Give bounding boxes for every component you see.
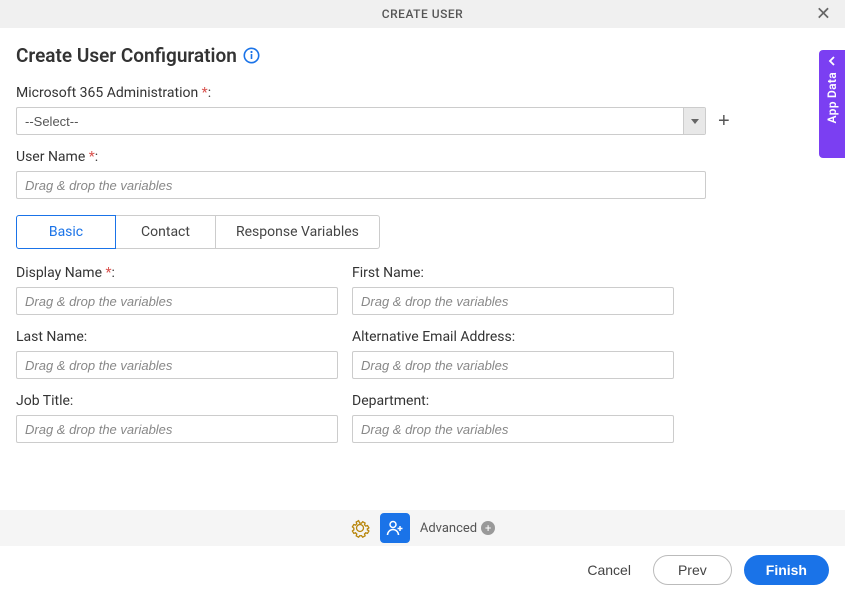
footer: Cancel Prev Finish [0, 546, 845, 594]
app-data-label: App Data [825, 72, 839, 123]
username-input[interactable] [16, 171, 706, 199]
chevron-left-icon [827, 56, 837, 66]
last-name-field: Last Name: [16, 329, 338, 379]
close-icon: ✕ [816, 4, 831, 24]
page-title: Create User Configuration [16, 44, 237, 67]
admin-select[interactable] [16, 107, 706, 135]
admin-field: Microsoft 365 Administration *: + [16, 85, 829, 135]
plus-icon: + [718, 110, 730, 132]
alt-email-input[interactable] [352, 351, 674, 379]
admin-select-input[interactable] [17, 108, 683, 134]
user-plus-icon [385, 518, 405, 538]
admin-label: Microsoft 365 Administration *: [16, 85, 829, 101]
tab-contact[interactable]: Contact [116, 215, 216, 249]
finish-button[interactable]: Finish [744, 555, 829, 585]
display-name-label: Display Name *: [16, 265, 338, 281]
prev-button[interactable]: Prev [653, 555, 732, 585]
app-data-panel-toggle[interactable]: App Data [819, 50, 845, 158]
job-title-input[interactable] [16, 415, 338, 443]
cancel-button[interactable]: Cancel [577, 556, 641, 584]
gear-icon [350, 518, 370, 538]
last-name-input[interactable] [16, 351, 338, 379]
info-icon[interactable] [243, 47, 260, 64]
alt-email-field: Alternative Email Address: [352, 329, 674, 379]
form-grid: Display Name *: First Name: Last Name: A… [16, 265, 829, 443]
tab-basic[interactable]: Basic [16, 215, 116, 249]
first-name-input[interactable] [352, 287, 674, 315]
job-title-label: Job Title: [16, 393, 338, 409]
close-button[interactable]: ✕ [810, 2, 837, 27]
first-name-label: First Name: [352, 265, 674, 281]
tab-bar: Basic Contact Response Variables [16, 215, 829, 249]
admin-select-row: + [16, 107, 829, 135]
advanced-toggle[interactable]: Advanced + [420, 521, 495, 536]
bottom-toolbar: Advanced + [0, 510, 845, 546]
advanced-label: Advanced [420, 521, 477, 536]
add-user-button[interactable] [380, 513, 410, 543]
header-title: CREATE USER [382, 7, 463, 21]
username-label: User Name *: [16, 149, 829, 165]
chevron-down-icon[interactable] [683, 108, 705, 134]
job-title-field: Job Title: [16, 393, 338, 443]
header-bar: CREATE USER ✕ [0, 0, 845, 28]
tab-response-variables[interactable]: Response Variables [216, 215, 380, 249]
alt-email-label: Alternative Email Address: [352, 329, 674, 345]
plus-circle-icon: + [481, 521, 495, 535]
content-area: Create User Configuration Microsoft 365 … [0, 28, 845, 459]
add-admin-button[interactable]: + [714, 110, 734, 133]
page-title-row: Create User Configuration [16, 44, 829, 67]
department-input[interactable] [352, 415, 674, 443]
last-name-label: Last Name: [16, 329, 338, 345]
display-name-field: Display Name *: [16, 265, 338, 315]
username-field: User Name *: [16, 149, 829, 199]
department-label: Department: [352, 393, 674, 409]
display-name-input[interactable] [16, 287, 338, 315]
department-field: Department: [352, 393, 674, 443]
settings-button[interactable] [350, 518, 370, 538]
first-name-field: First Name: [352, 265, 674, 315]
